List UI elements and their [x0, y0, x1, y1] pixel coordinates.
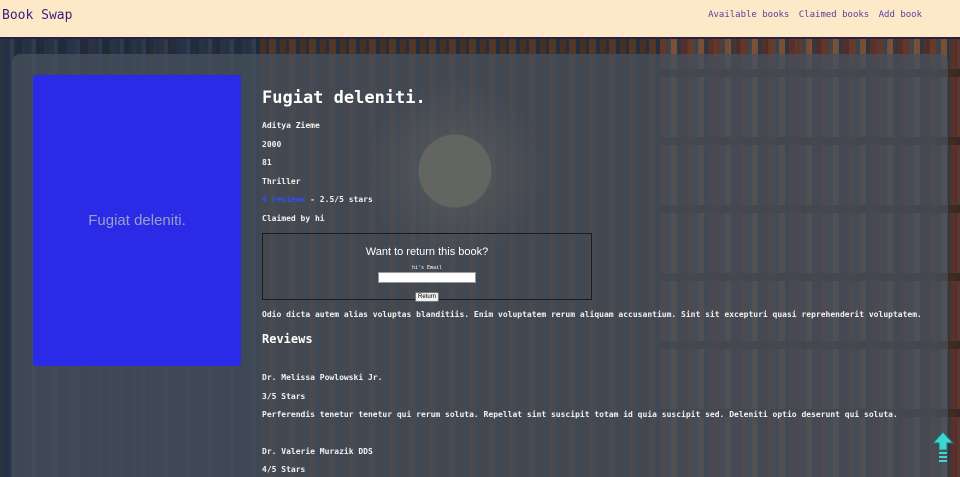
- email-label: hi's Email: [411, 265, 443, 271]
- reviews-heading: Reviews: [262, 332, 313, 346]
- book-rating: 4 reviews - 2.5/5 stars: [262, 195, 373, 204]
- nav-claimed-books[interactable]: Claimed books: [799, 10, 869, 20]
- review-author: Dr. Valerie Murazik DDS: [262, 447, 373, 456]
- book-pages: 81: [262, 158, 272, 167]
- email-input[interactable]: [378, 272, 476, 283]
- top-navbar: Book Swap Available books Claimed books …: [0, 0, 960, 39]
- book-info: Fugiat deleniti. Aditya Zieme 2000 81 Th…: [262, 88, 942, 474]
- nav-add-book[interactable]: Add book: [879, 10, 922, 20]
- nav-available-books[interactable]: Available books: [708, 10, 789, 20]
- nav-links: Available books Claimed books Add book: [704, 10, 922, 20]
- return-form: Want to return this book? hi's Email Ret…: [262, 233, 592, 302]
- book-genre: Thriller: [262, 177, 301, 186]
- rating-text: - 2.5/5 stars: [305, 195, 373, 204]
- book-cover: Fugiat deleniti.: [33, 75, 241, 366]
- arrow-up-icon[interactable]: [931, 431, 955, 464]
- brand-logo[interactable]: Book Swap: [2, 8, 72, 23]
- return-button[interactable]: Return: [414, 292, 439, 302]
- book-description: Odio dicta autem alias voluptas blanditi…: [262, 310, 922, 319]
- reviews-link[interactable]: 4 reviews: [262, 195, 305, 204]
- claimed-by: Claimed by hi: [262, 214, 325, 223]
- review-text: Perferendis tenetur tenetur qui rerum so…: [262, 410, 898, 419]
- book-author: Aditya Zieme: [262, 121, 320, 130]
- review-stars: 4/5 Stars: [262, 465, 306, 474]
- return-question: Want to return this book?: [365, 246, 489, 258]
- review-stars: 3/5 Stars: [262, 392, 306, 401]
- book-cover-title: Fugiat deleniti.: [88, 212, 186, 229]
- book-title: Fugiat deleniti.: [262, 88, 426, 108]
- book-year: 2000: [262, 140, 282, 149]
- review-author: Dr. Melissa Powlowski Jr.: [262, 373, 383, 382]
